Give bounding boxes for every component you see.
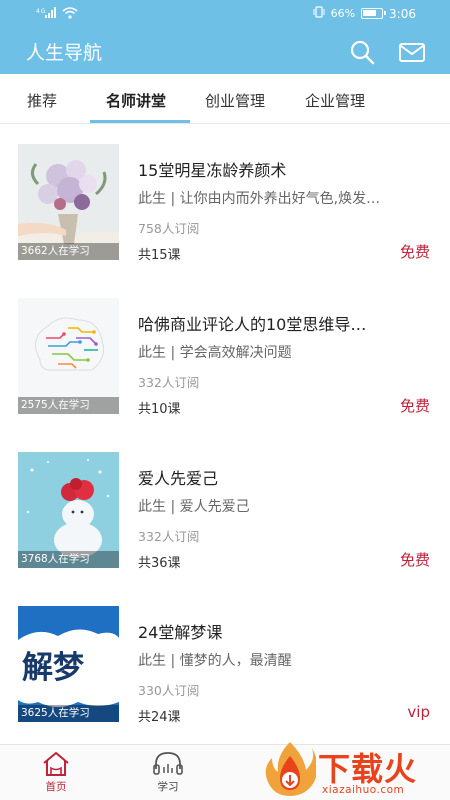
course-item[interactable]: 3768人在学习 爱人先爱己 此生 | 爱人先爱己 332人订阅 共36课 免费 xyxy=(0,452,450,577)
lesson-count: 共24课 xyxy=(138,710,181,725)
course-title: 哈佛商业评论人的10堂思维导… xyxy=(138,315,367,334)
learner-count: 3625人在学习 xyxy=(18,705,119,722)
price-tag: 免费 xyxy=(399,243,430,261)
tab-recommend[interactable]: 推荐 xyxy=(27,90,57,111)
course-title: 24堂解梦课 xyxy=(138,623,223,642)
status-bar: 4G 66% 3:06 xyxy=(0,0,450,28)
course-cover-image: 解梦 3625人在学习 xyxy=(18,606,119,722)
wifi-icon xyxy=(62,7,78,22)
price-tag: 免费 xyxy=(399,551,430,569)
course-description: 此生 | 让你由内而外养出好气色,焕发… xyxy=(138,191,381,207)
learner-count: 2575人在学习 xyxy=(18,397,119,414)
category-tabs: 推荐 名师讲堂 创业管理 企业管理 xyxy=(0,74,450,124)
search-icon[interactable] xyxy=(348,38,376,66)
course-item[interactable]: 3662人在学习 15堂明星冻龄养颜术 此生 | 让你由内而外养出好气色,焕发…… xyxy=(0,144,450,269)
battery-percent: 66% xyxy=(330,7,356,20)
course-description: 此生 | 爱人先爱己 xyxy=(138,499,250,515)
course-item[interactable]: 解梦 3625人在学习 24堂解梦课 此生 | 懂梦的人，最清醒 330人订阅 … xyxy=(0,606,450,731)
price-tag: 免费 xyxy=(399,397,430,415)
course-cover-image: 2575人在学习 xyxy=(18,298,119,414)
course-title: 15堂明星冻龄养颜术 xyxy=(138,161,287,180)
cover-title-text: 解梦 xyxy=(22,650,84,686)
subscriber-count: 758人订阅 xyxy=(138,221,200,236)
lesson-count: 共36课 xyxy=(138,556,181,571)
course-description: 此生 | 学会高效解决问题 xyxy=(138,345,292,361)
course-title: 爱人先爱己 xyxy=(138,469,219,488)
page-title: 人生导航 xyxy=(26,42,103,64)
watermark-url: xiazaihuo.com xyxy=(322,784,405,796)
tab-startup-management[interactable]: 创业管理 xyxy=(205,90,265,111)
vip-tag: vip xyxy=(407,703,430,721)
nav-study[interactable]: 学习 xyxy=(138,751,198,794)
learner-count: 3662人在学习 xyxy=(18,243,119,260)
nav-home[interactable]: 首页 xyxy=(26,751,86,794)
subscriber-count: 330人订阅 xyxy=(138,683,200,698)
nav-study-label: 学习 xyxy=(157,781,179,793)
battery-icon xyxy=(361,8,387,19)
vibrate-icon xyxy=(313,6,325,21)
watermark: 下载火 xiazaihuo.com xyxy=(262,738,450,800)
tab-enterprise-management[interactable]: 企业管理 xyxy=(305,90,365,111)
course-description: 此生 | 懂梦的人，最清醒 xyxy=(138,653,292,669)
home-icon xyxy=(43,752,69,776)
app-header: 4G 66% 3:06 人生导航 xyxy=(0,0,450,74)
cell-signal-icon: 4G xyxy=(36,7,56,22)
subscriber-count: 332人订阅 xyxy=(138,375,200,390)
nav-home-label: 首页 xyxy=(45,781,67,793)
flame-logo-icon xyxy=(265,742,316,796)
learner-count: 3768人在学习 xyxy=(18,551,119,568)
subscriber-count: 332人订阅 xyxy=(138,529,200,544)
active-tab-indicator xyxy=(90,120,190,123)
tab-famous-teachers[interactable]: 名师讲堂 xyxy=(106,90,166,111)
svg-text:4G: 4G xyxy=(36,8,46,15)
headphones-icon xyxy=(153,752,183,775)
lesson-count: 共10课 xyxy=(138,402,181,417)
course-cover-image: 3662人在学习 xyxy=(18,144,119,260)
status-time: 3:06 xyxy=(389,6,416,21)
course-cover-image: 3768人在学习 xyxy=(18,452,119,568)
lesson-count: 共15课 xyxy=(138,248,181,263)
course-item[interactable]: 2575人在学习 哈佛商业评论人的10堂思维导… 此生 | 学会高效解决问题 3… xyxy=(0,298,450,423)
mail-icon[interactable] xyxy=(398,38,426,66)
